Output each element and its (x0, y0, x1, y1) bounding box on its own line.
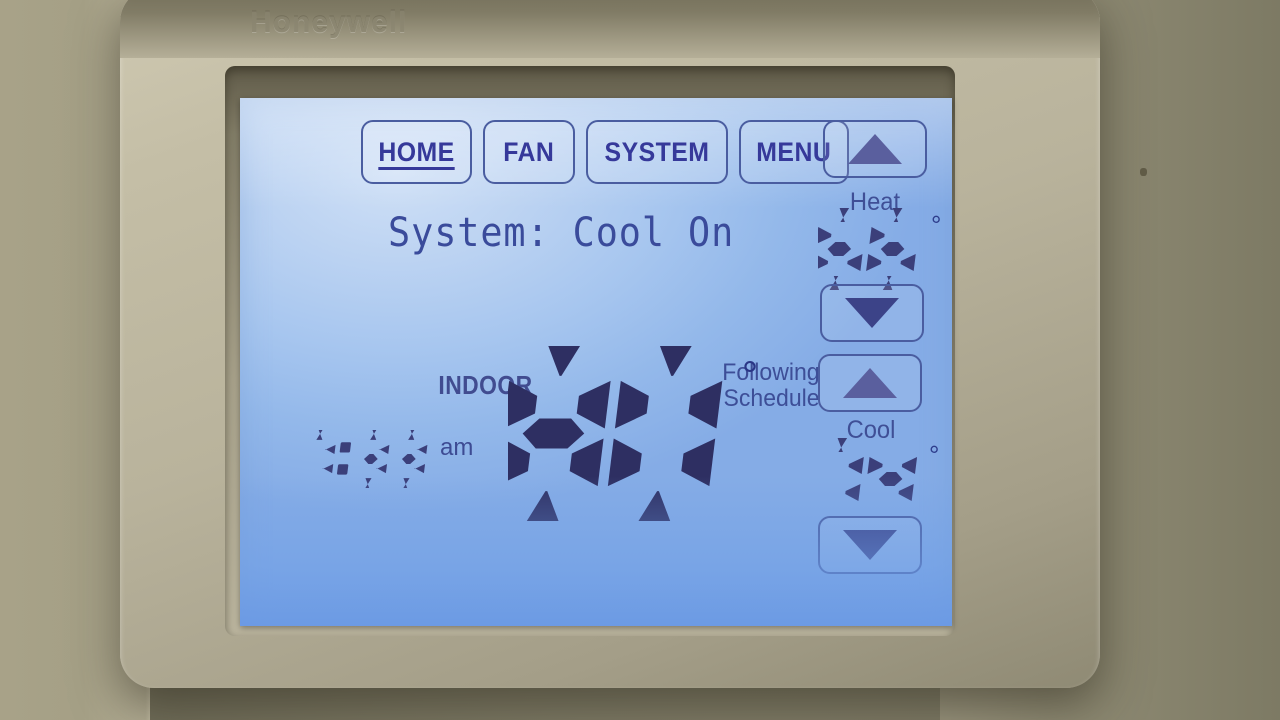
cool-increase-button[interactable] (818, 354, 922, 412)
lcd-screen: HOME FAN SYSTEM MENU System: Cool On Hea… (240, 98, 952, 626)
heat-degree-symbol: ° (931, 210, 942, 240)
nav-label-system: SYSTEM (604, 136, 710, 167)
wall-speck (1140, 168, 1147, 176)
triangle-down-icon (845, 298, 899, 328)
system-status-text: System: Cool On (387, 210, 735, 256)
nav-label-fan: FAN (503, 136, 555, 167)
clock-meridiem: am (440, 434, 474, 461)
nav-button-fan[interactable]: FAN (483, 120, 576, 184)
nav-label-home: HOME (378, 136, 455, 167)
nav-button-home[interactable]: HOME (361, 120, 473, 184)
nav-label-menu: MENU (756, 136, 832, 167)
triangle-up-icon (843, 368, 897, 398)
indoor-degree-symbol: ° (742, 354, 758, 398)
cool-decrease-button[interactable] (818, 516, 922, 574)
triangle-up-icon (848, 134, 902, 164)
heat-decrease-button[interactable] (820, 284, 924, 342)
heat-increase-button[interactable] (823, 120, 927, 178)
clock: am (302, 430, 473, 497)
clock-digits (302, 430, 435, 497)
indoor-temperature-digits (496, 346, 736, 530)
cool-degree-symbol: ° (929, 440, 940, 470)
triangle-down-icon (843, 530, 897, 560)
brand-logo: Honeywell (250, 6, 408, 39)
indoor-temperature: ° (496, 346, 758, 530)
thermostat-photo-scene: Honeywell HOME FAN SYSTEM MENU System: C… (0, 0, 1280, 720)
nav-button-system[interactable]: SYSTEM (586, 120, 729, 184)
